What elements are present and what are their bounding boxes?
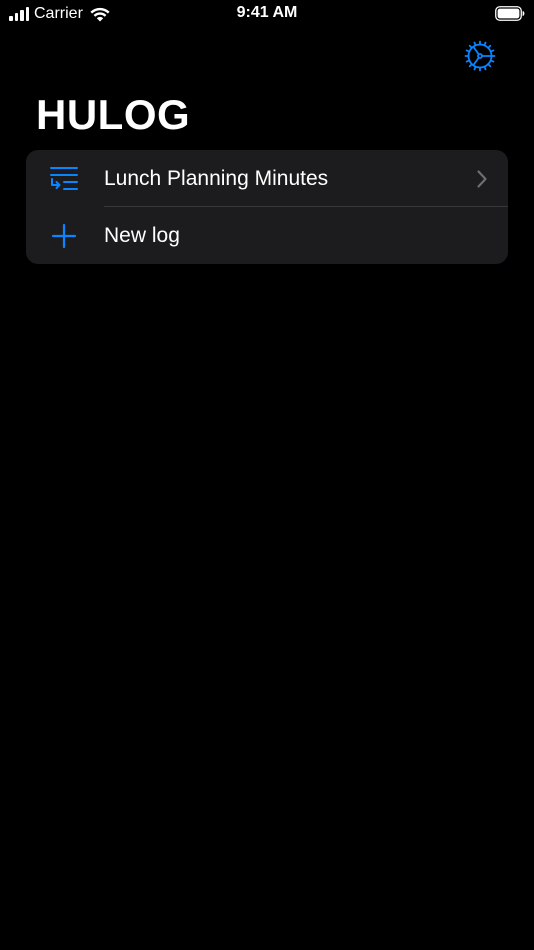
new-log-label: New log — [104, 224, 180, 247]
status-time: 9:41 AM — [236, 4, 298, 21]
settings-button[interactable] — [462, 38, 498, 74]
log-title: Lunch Planning Minutes — [104, 167, 329, 190]
status-bar: Carrier 9:41 AM — [0, 0, 534, 30]
battery-icon — [495, 6, 525, 21]
logs-list: Lunch Planning Minutes New log — [26, 150, 508, 264]
gear-icon — [464, 40, 496, 72]
page-title: HULOG — [36, 91, 191, 138]
new-log-button[interactable]: New log — [26, 207, 508, 264]
list-item-log[interactable]: Lunch Planning Minutes — [26, 150, 508, 207]
text-indent-icon — [48, 164, 80, 194]
chevron-right-icon — [477, 170, 487, 188]
plus-icon — [48, 221, 80, 251]
